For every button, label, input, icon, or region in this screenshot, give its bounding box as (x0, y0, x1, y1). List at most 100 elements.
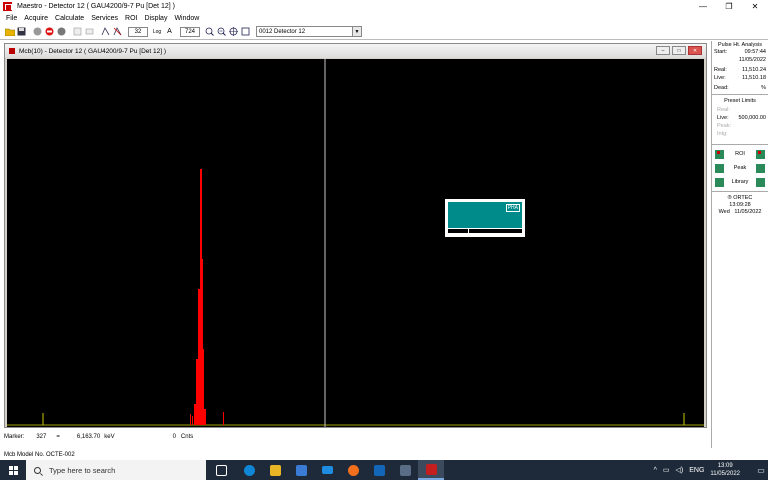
network-icon[interactable]: ▭ (663, 466, 670, 474)
calculator-icon[interactable] (392, 460, 418, 480)
open-folder-button[interactable] (4, 26, 15, 37)
center-icon[interactable] (228, 26, 239, 37)
roi-prev-icon[interactable] (715, 149, 724, 159)
peak-nav-row: Peak (712, 161, 768, 175)
clear-button[interactable] (56, 26, 67, 37)
edge-browser-icon[interactable] (236, 460, 262, 480)
pha-title: Pulse Ht. Analysis (717, 42, 763, 48)
horizontal-width-field[interactable]: 724 (180, 26, 200, 37)
notification-icon[interactable]: ▭ (754, 466, 768, 475)
start-acquire-button[interactable] (32, 26, 43, 37)
panel-clock-date: 11/05/2022 (734, 209, 762, 215)
log-scale-button[interactable]: Log (151, 26, 163, 37)
inset-marker (468, 229, 469, 233)
start-label: Start: (714, 49, 728, 55)
save-button[interactable] (16, 26, 27, 37)
spectrum-peak-bar (198, 289, 200, 425)
library-prev-icon[interactable] (715, 177, 724, 187)
panel-divider (712, 94, 768, 95)
mcb-title: Mcb(10) - Detector 12 ( GAU4200/9-7 Pu [… (19, 47, 167, 55)
maestro-taskbar-icon[interactable] (418, 460, 444, 480)
file-explorer-icon[interactable] (262, 460, 288, 480)
app-title: Maestro - Detector 12 ( GAU4200/9-7 Pu [… (17, 3, 175, 10)
peak-prev-icon[interactable] (715, 163, 724, 173)
inset-spectrum-strip (448, 229, 522, 233)
preset-peak-label: Peak: (717, 123, 732, 129)
marker-label: Marker: (4, 434, 25, 440)
roi-nav-row: ROI (712, 147, 768, 161)
roi-mark-button[interactable] (100, 26, 111, 37)
inset-pha-badge: PHA (505, 204, 520, 212)
vertical-scale-field[interactable]: 32 (128, 26, 148, 37)
zoom-out-icon[interactable] (216, 26, 227, 37)
close-button[interactable]: ✕ (742, 0, 768, 13)
detector-select[interactable]: 0012 Detector 12 ▼ (256, 26, 362, 37)
tray-chevron-icon[interactable]: ^ (654, 467, 657, 474)
search-placeholder: Type here to search (49, 465, 116, 475)
preset-live-row: Live: 500,000.00 (712, 114, 768, 122)
copy-buffer-button[interactable] (72, 26, 83, 37)
toolbar: 32 Log A 724 0012 Detector 12 ▼ (0, 24, 768, 40)
roi-label: ROI (735, 151, 745, 157)
dead-row: Dead: % (712, 84, 768, 92)
firefox-icon[interactable] (340, 460, 366, 480)
library-next-icon[interactable] (756, 177, 765, 187)
preset-real-label: Real: (717, 107, 730, 113)
roi-next-icon[interactable] (756, 149, 765, 159)
marker-counts-unit: Cnts (180, 434, 194, 440)
spectrum-peak-bar (202, 259, 203, 425)
spectrum-peak-bar (190, 414, 191, 425)
menu-roi[interactable]: ROI (125, 15, 137, 22)
spectrum-peak-bar (196, 359, 198, 425)
dead-label: Dead: (714, 85, 729, 91)
store-icon[interactable] (288, 460, 314, 480)
detector-buffer-button[interactable] (84, 26, 95, 37)
menu-file[interactable]: File (6, 15, 17, 22)
start-date-row: 11/05/2022 (712, 56, 768, 64)
mcb-model-number: Mcb Model No. OCTE-002 (4, 452, 75, 458)
auto-scale-button[interactable]: A (164, 26, 175, 37)
menu-window[interactable]: Window (174, 15, 199, 22)
zoom-in-icon[interactable] (204, 26, 215, 37)
marker-channel: 327 (36, 434, 47, 440)
menu-display[interactable]: Display (145, 15, 168, 22)
mcb-model-bar: Mcb Model No. OCTE-002 (0, 450, 708, 460)
panel-clock-day: Wed (718, 209, 730, 215)
minimize-button[interactable]: — (690, 0, 716, 13)
mail-icon[interactable] (314, 460, 340, 480)
menu-acquire[interactable]: Acquire (24, 15, 48, 22)
outlook-icon[interactable] (366, 460, 392, 480)
panel-clock-time: 13:09:28 (729, 202, 751, 208)
taskbar-clock[interactable]: 13:09 11/05/2022 (710, 462, 740, 478)
restore-button[interactable]: ❐ (716, 0, 742, 13)
spectrum-plot[interactable] (7, 59, 704, 427)
full-view-icon[interactable] (240, 26, 251, 37)
peak-next-icon[interactable] (755, 163, 765, 173)
preset-title: Preset Limits (724, 98, 756, 104)
volume-icon[interactable]: ◁) (676, 466, 684, 474)
search-icon (34, 466, 41, 474)
spectrum-inset-overview[interactable]: PHA (445, 199, 525, 237)
menu-services[interactable]: Services (91, 15, 118, 22)
spectrum-peak-bar (223, 412, 224, 425)
roi-unmark-button[interactable] (112, 26, 123, 37)
taskbar-search[interactable]: Type here to search (26, 460, 206, 480)
task-view-icon[interactable] (206, 460, 236, 480)
library-label: Library (731, 179, 749, 185)
maestro-app-icon[interactable] (3, 2, 12, 11)
real-row: Real: 11,510.24 (712, 66, 768, 74)
panel-divider (712, 191, 768, 192)
language-indicator[interactable]: ENG (689, 467, 704, 474)
marker-counts: 0 (172, 434, 176, 440)
mcb-restore-button[interactable]: □ (672, 46, 686, 55)
start-button[interactable] (0, 460, 26, 480)
chevron-down-icon[interactable]: ▼ (352, 27, 361, 36)
mcb-minimize-button[interactable]: – (656, 46, 670, 55)
stop-acquire-button[interactable] (44, 26, 55, 37)
spectrum-peak-bar (192, 416, 193, 425)
preset-live-value: 500,000.00 (738, 115, 766, 121)
live-row: Live: 11,510.18 (712, 74, 768, 82)
menu-calculate[interactable]: Calculate (55, 15, 84, 22)
mcb-close-button[interactable]: ✕ (688, 46, 702, 55)
spectrum-display[interactable]: PHA (7, 59, 704, 427)
